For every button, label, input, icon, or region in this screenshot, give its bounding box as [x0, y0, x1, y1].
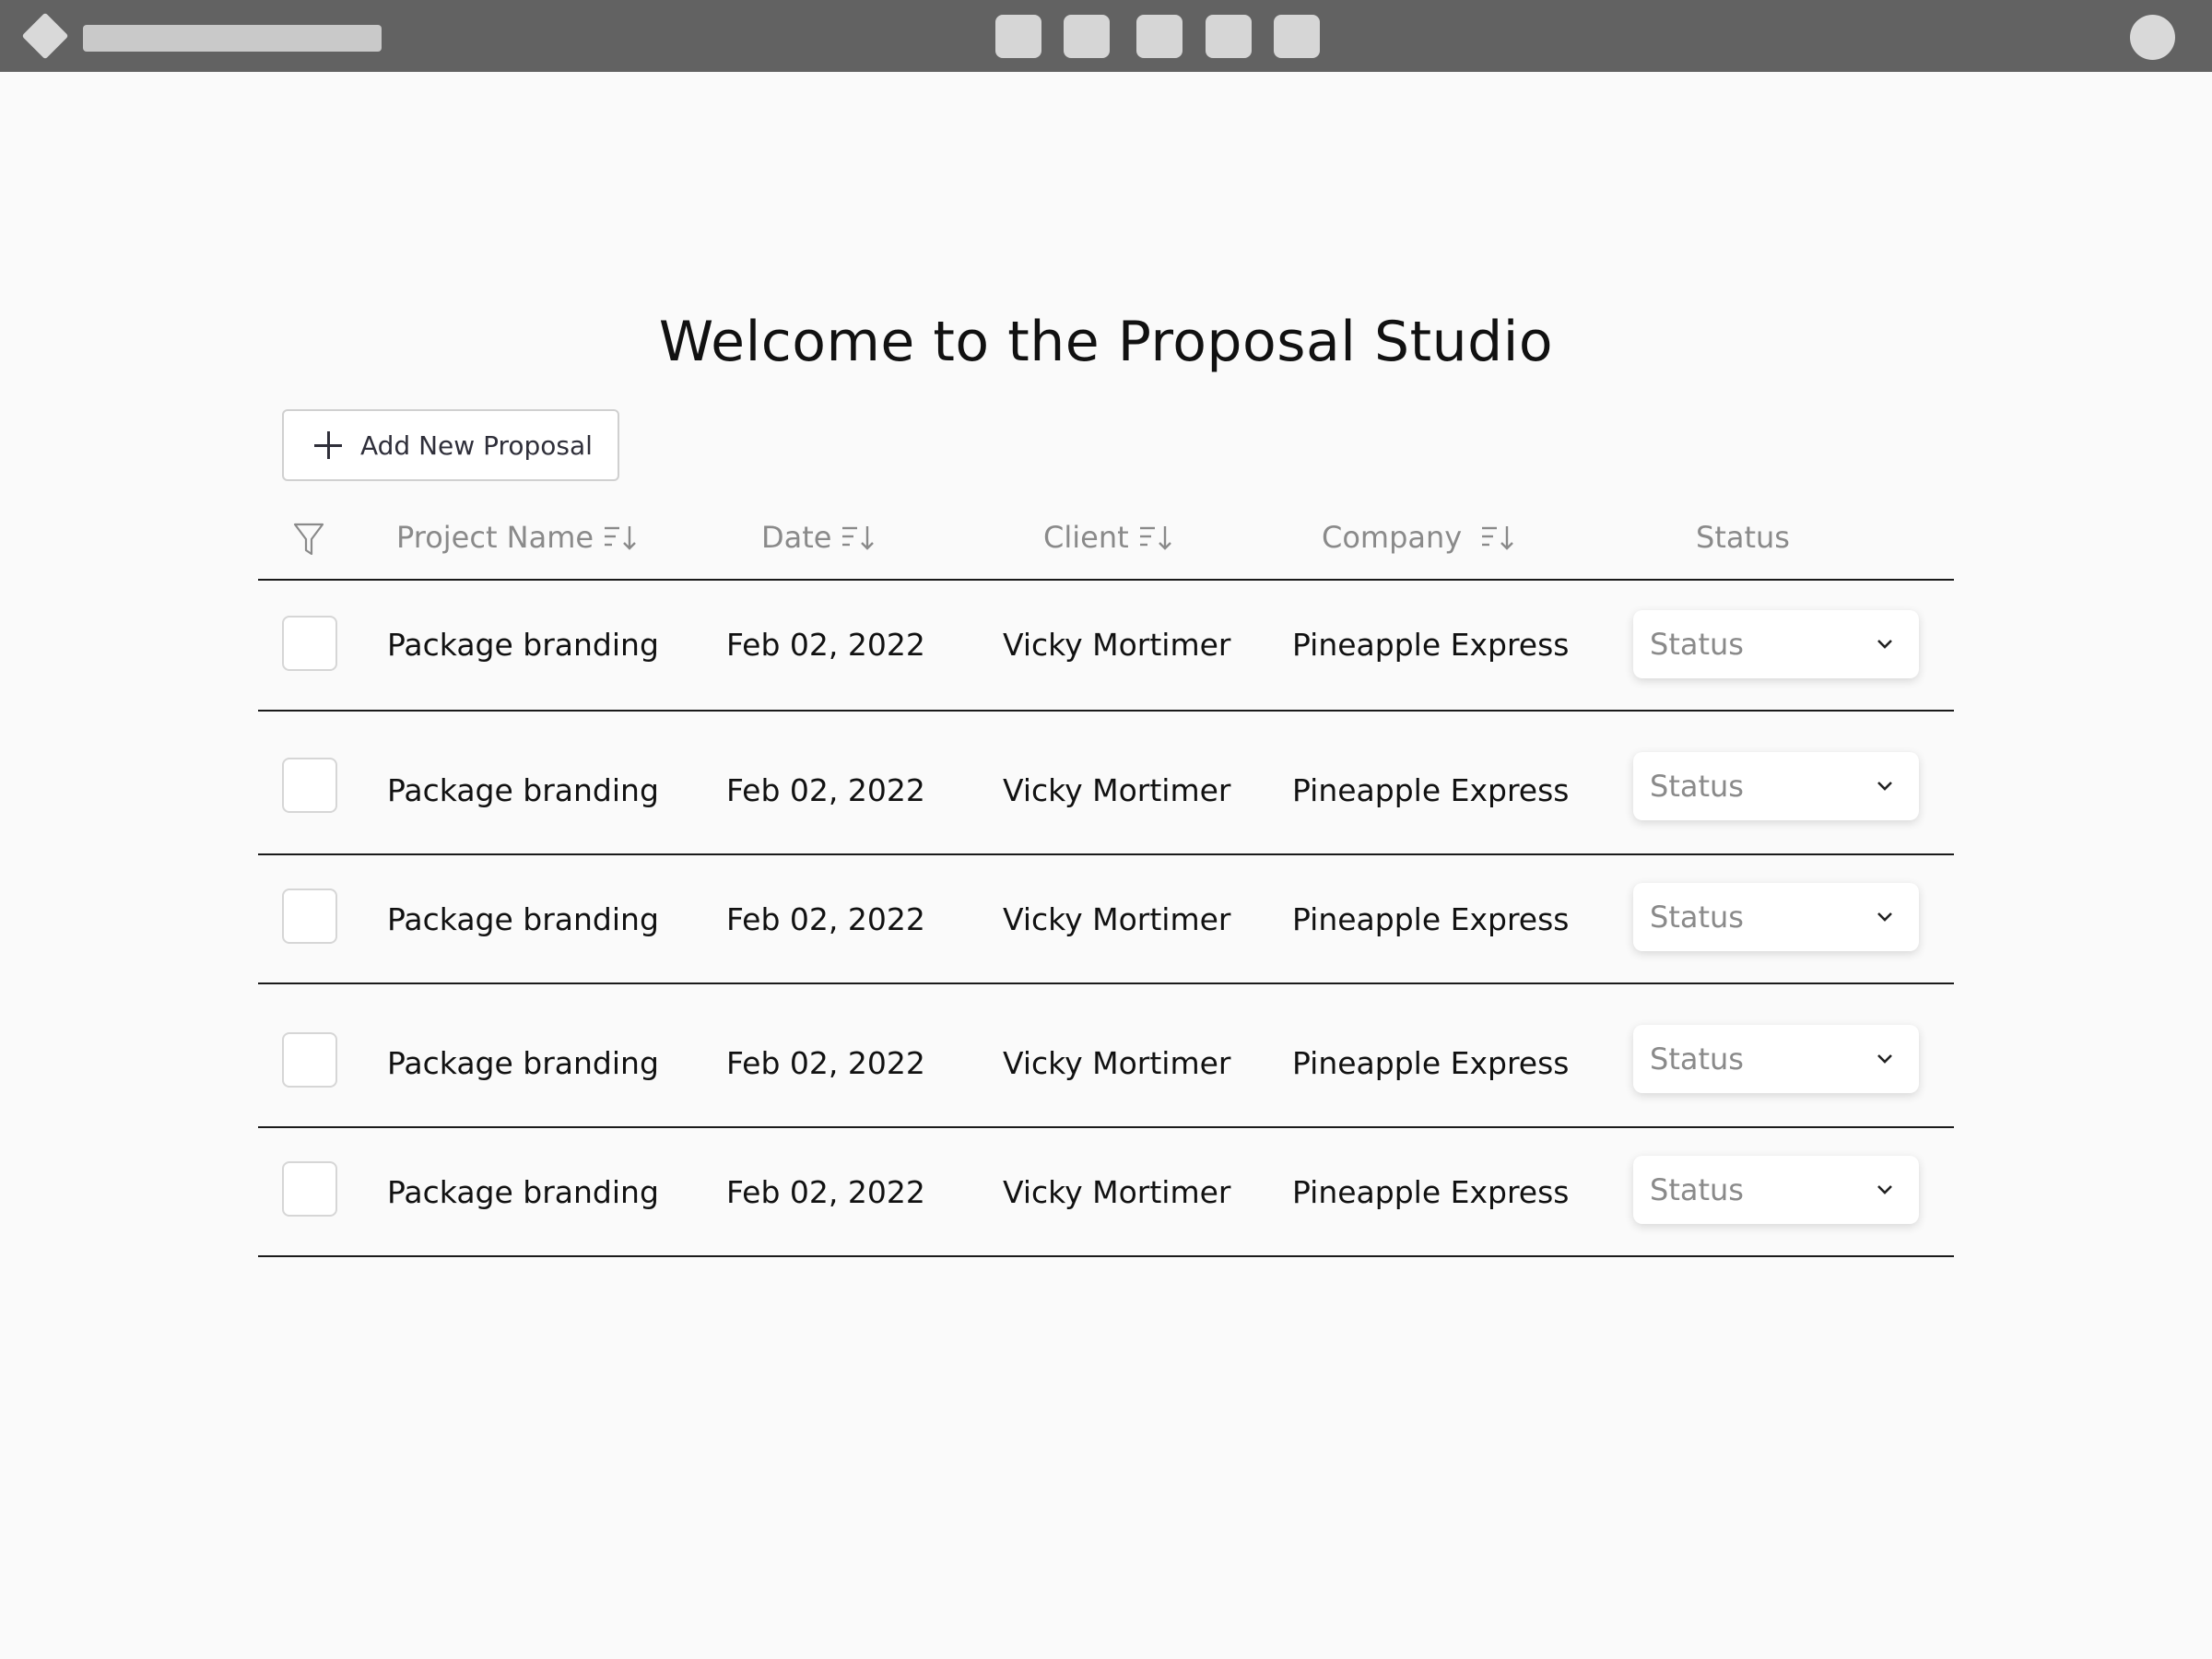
cell-client: Vicky Mortimer	[1003, 772, 1231, 808]
cell-date: Feb 02, 2022	[726, 901, 925, 937]
filter-icon[interactable]	[293, 522, 324, 557]
cell-company: Pineapple Express	[1292, 1174, 1570, 1210]
row-checkbox[interactable]	[282, 1032, 337, 1088]
cell-project-name: Package branding	[387, 1174, 659, 1210]
toolbar-button-4[interactable]	[1206, 15, 1252, 58]
app-title-placeholder	[83, 25, 382, 52]
cell-project-name: Package branding	[387, 627, 659, 663]
column-header-label: Project Name	[396, 520, 594, 555]
top-bar	[0, 0, 2212, 72]
table-header: Project Name Date Client Company Status	[258, 505, 1954, 581]
cell-company: Pineapple Express	[1292, 901, 1570, 937]
chevron-down-icon	[1877, 640, 1892, 649]
column-header-client[interactable]: Client	[1043, 520, 1173, 555]
toolbar-button-5[interactable]	[1274, 15, 1320, 58]
chevron-down-icon	[1877, 782, 1892, 791]
sort-icon[interactable]	[841, 524, 876, 551]
proposals-table: Project Name Date Client Company Status …	[258, 505, 1954, 1257]
column-header-label: Status	[1696, 520, 1790, 555]
column-header-label: Date	[761, 520, 832, 555]
chevron-down-icon	[1877, 1185, 1892, 1194]
cell-date: Feb 02, 2022	[726, 772, 925, 808]
cell-client: Vicky Mortimer	[1003, 901, 1231, 937]
table-row: Package branding Feb 02, 2022 Vicky Mort…	[258, 855, 1954, 984]
cell-date: Feb 02, 2022	[726, 1174, 925, 1210]
cell-company: Pineapple Express	[1292, 772, 1570, 808]
row-checkbox[interactable]	[282, 616, 337, 671]
cell-project-name: Package branding	[387, 772, 659, 808]
status-dropdown-value: Status	[1650, 1041, 1744, 1077]
add-new-proposal-label: Add New Proposal	[360, 429, 593, 461]
table-row: Package branding Feb 02, 2022 Vicky Mort…	[258, 581, 1954, 712]
cell-date: Feb 02, 2022	[726, 627, 925, 663]
column-header-company[interactable]: Company	[1322, 520, 1515, 555]
column-header-label: Client	[1043, 520, 1129, 555]
chevron-down-icon	[1877, 912, 1892, 922]
add-new-proposal-button[interactable]: Add New Proposal	[282, 409, 619, 481]
cell-project-name: Package branding	[387, 901, 659, 937]
sort-icon[interactable]	[603, 524, 638, 551]
cell-client: Vicky Mortimer	[1003, 627, 1231, 663]
status-dropdown-value: Status	[1650, 1172, 1744, 1207]
cell-company: Pineapple Express	[1292, 1045, 1570, 1081]
toolbar-button-3[interactable]	[1136, 15, 1182, 58]
cell-date: Feb 02, 2022	[726, 1045, 925, 1081]
row-checkbox[interactable]	[282, 1161, 337, 1217]
status-dropdown-value: Status	[1650, 900, 1744, 935]
column-header-date[interactable]: Date	[761, 520, 876, 555]
cell-client: Vicky Mortimer	[1003, 1174, 1231, 1210]
column-header-project-name[interactable]: Project Name	[396, 520, 638, 555]
logo-icon[interactable]	[21, 12, 69, 60]
status-dropdown[interactable]: Status	[1633, 1156, 1919, 1224]
row-checkbox[interactable]	[282, 888, 337, 944]
column-header-label: Company	[1322, 520, 1463, 555]
toolbar-button-1[interactable]	[995, 15, 1041, 58]
sort-icon[interactable]	[1480, 524, 1515, 551]
status-dropdown[interactable]: Status	[1633, 610, 1919, 678]
toolbar-button-2[interactable]	[1064, 15, 1110, 58]
plus-icon	[314, 431, 342, 459]
status-dropdown[interactable]: Status	[1633, 1025, 1919, 1093]
status-dropdown[interactable]: Status	[1633, 883, 1919, 951]
cell-project-name: Package branding	[387, 1045, 659, 1081]
status-dropdown-value: Status	[1650, 627, 1744, 662]
table-row: Package branding Feb 02, 2022 Vicky Mort…	[258, 984, 1954, 1128]
table-row: Package branding Feb 02, 2022 Vicky Mort…	[258, 1128, 1954, 1257]
chevron-down-icon	[1877, 1054, 1892, 1064]
sort-icon[interactable]	[1138, 524, 1173, 551]
page-title: Welcome to the Proposal Studio	[658, 310, 1554, 374]
column-header-status: Status	[1696, 520, 1790, 555]
cell-client: Vicky Mortimer	[1003, 1045, 1231, 1081]
user-avatar[interactable]	[2130, 15, 2175, 60]
status-dropdown[interactable]: Status	[1633, 752, 1919, 820]
table-row: Package branding Feb 02, 2022 Vicky Mort…	[258, 712, 1954, 855]
status-dropdown-value: Status	[1650, 769, 1744, 804]
row-checkbox[interactable]	[282, 758, 337, 813]
cell-company: Pineapple Express	[1292, 627, 1570, 663]
